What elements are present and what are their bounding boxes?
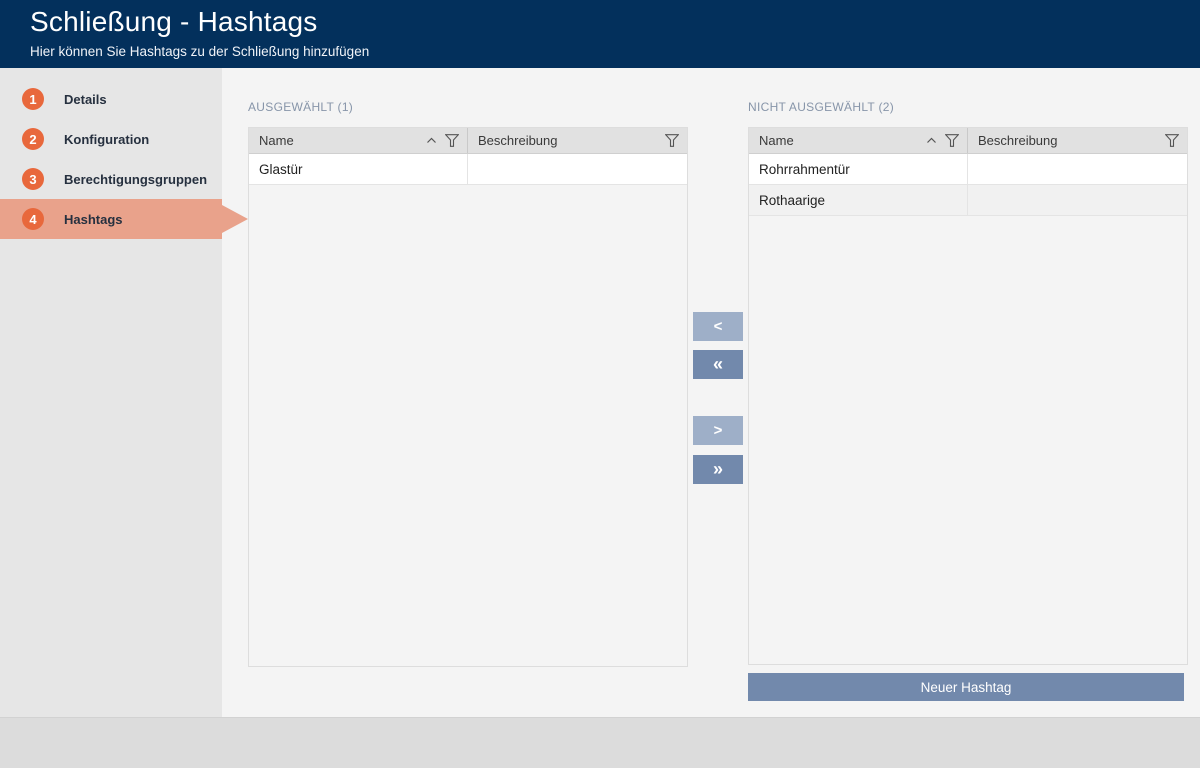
table-row[interactable]: Glastür [249,154,687,185]
unselected-list-label: NICHT AUSGEWÄHLT (2) [748,100,895,114]
table-row[interactable]: Rothaarige [749,185,1187,216]
move-all-left-button[interactable]: « [693,350,743,379]
move-right-button[interactable]: > [693,416,743,445]
cell-name: Rothaarige [749,185,968,215]
step-hashtags-active[interactable]: 4 Hashtags [0,199,248,239]
column-header-name[interactable]: Name [249,128,468,153]
column-header-description-label: Beschreibung [478,133,558,148]
column-header-description[interactable]: Beschreibung [968,128,1187,153]
cell-description [968,154,1187,184]
unselected-table: Name Beschreibung Rohrrahmentür Rothaari… [748,127,1188,665]
step-number-badge: 1 [22,88,44,110]
cell-description [468,154,687,184]
selected-table: Name Beschreibung Glastür [248,127,688,667]
cell-name: Glastür [249,154,468,184]
double-chevron-right-icon: » [712,459,723,479]
column-header-name[interactable]: Name [749,128,968,153]
step-berechtigungsgruppen[interactable]: 3 Berechtigungsgruppen [0,159,222,199]
column-header-description-label: Beschreibung [978,133,1058,148]
cell-name: Rohrrahmentür [749,154,968,184]
chevron-left-icon: < [713,318,723,335]
wizard-step-sidebar: 1 Details 2 Konfiguration 3 Berechtigung… [0,68,248,717]
table-row[interactable]: Rohrrahmentür [749,154,1187,185]
page-subtitle: Hier können Sie Hashtags zu der Schließu… [30,44,370,59]
new-hashtag-button[interactable]: Neuer Hashtag [748,673,1184,701]
move-all-right-button[interactable]: » [693,455,743,484]
chevron-right-icon: > [713,422,723,439]
filter-icon[interactable] [445,134,459,147]
filter-icon[interactable] [1165,134,1179,147]
sort-ascending-icon[interactable] [926,137,937,144]
move-left-button[interactable]: < [693,312,743,341]
unselected-table-header: Name Beschreibung [749,128,1187,154]
step-label: Hashtags [64,211,123,227]
step-number-badge: 4 [22,208,44,230]
footer-bar: Weiteres Objekt erstellen < Zurück Weite… [0,717,1200,768]
filter-icon[interactable] [665,134,679,147]
column-header-description[interactable]: Beschreibung [468,128,687,153]
double-chevron-left-icon: « [712,354,723,374]
sort-ascending-icon[interactable] [426,137,437,144]
selected-table-header: Name Beschreibung [249,128,687,154]
step-label: Details [64,91,107,107]
step-label: Berechtigungsgruppen [64,171,208,187]
step-number-badge: 2 [22,128,44,150]
column-header-name-label: Name [759,133,794,148]
column-header-name-label: Name [259,133,294,148]
selected-list-label: AUSGEWÄHLT (1) [248,100,354,114]
header-bar: Schließung - Hashtags Hier können Sie Ha… [0,0,1200,68]
wizard-window: Schließung - Hashtags Hier können Sie Ha… [0,0,1200,768]
filter-icon[interactable] [945,134,959,147]
page-title: Schließung - Hashtags [30,6,318,37]
step-number-badge: 3 [22,168,44,190]
cell-description [968,185,1187,215]
step-details[interactable]: 1 Details [0,79,222,119]
step-label: Konfiguration [64,131,150,147]
step-konfiguration[interactable]: 2 Konfiguration [0,119,222,159]
